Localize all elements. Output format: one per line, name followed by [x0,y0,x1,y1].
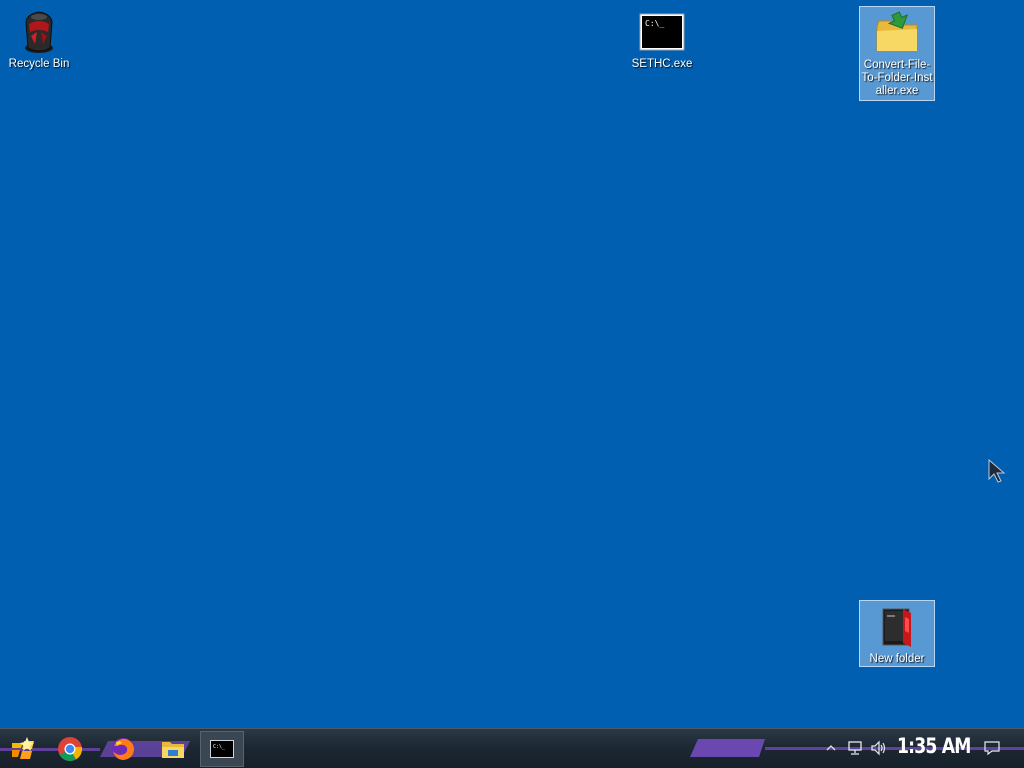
start-button[interactable] [6,732,40,766]
folder-icon [873,603,921,651]
chevron-up-icon [826,745,836,751]
folder-installer-icon [873,9,921,57]
desktop-icon-label: New folder [869,653,925,665]
taskbar-app-chrome[interactable] [53,732,87,766]
taskbar: C:\_ 1:35 AM [0,728,1024,768]
firefox-icon [112,738,134,760]
chrome-icon [58,737,83,762]
desktop-icon-label: SETHC.exe [631,58,693,70]
volume-icon [871,740,886,756]
desktop-icon-sethc[interactable]: C:\_ SETHC.exe [624,6,700,71]
show-hidden-icons-button[interactable] [822,739,840,757]
file-explorer-icon [162,742,184,758]
desktop-icon-label: Recycle Bin [8,58,70,70]
console-window-icon: C:\_ [210,740,234,758]
taskbar-clock[interactable]: 1:35 AM [897,734,971,762]
taskbar-app-sethc[interactable]: C:\_ [200,731,244,767]
volume-tray-button[interactable] [870,739,888,757]
start-logo-icon [12,737,34,759]
svg-text:C:\_: C:\_ [645,19,664,28]
console-exe-icon: C:\_ [638,8,686,56]
taskbar-app-file-explorer[interactable] [156,732,190,766]
svg-text:C:\_: C:\_ [213,744,226,750]
notification-center-button[interactable] [982,739,1002,757]
desktop-icon-recycle-bin[interactable]: Recycle Bin [1,6,77,71]
desktop-icon-new-folder[interactable]: New folder [859,600,935,667]
taskbar-accent-stripe [690,739,765,757]
recycle-bin-icon [15,8,63,56]
network-tray-button[interactable] [846,739,864,757]
notification-icon [984,741,1000,756]
taskbar-app-firefox[interactable] [106,732,140,766]
desktop[interactable]: Recycle Bin C:\_ SETHC.exe Convert-File-… [0,0,1024,728]
desktop-icon-convert-installer[interactable]: Convert-File-To-Folder-Installer.exe [859,6,935,101]
desktop-icon-label: Convert-File-To-Folder-Installer.exe [861,59,933,97]
mouse-cursor-icon [988,459,1006,483]
network-icon [848,741,862,755]
